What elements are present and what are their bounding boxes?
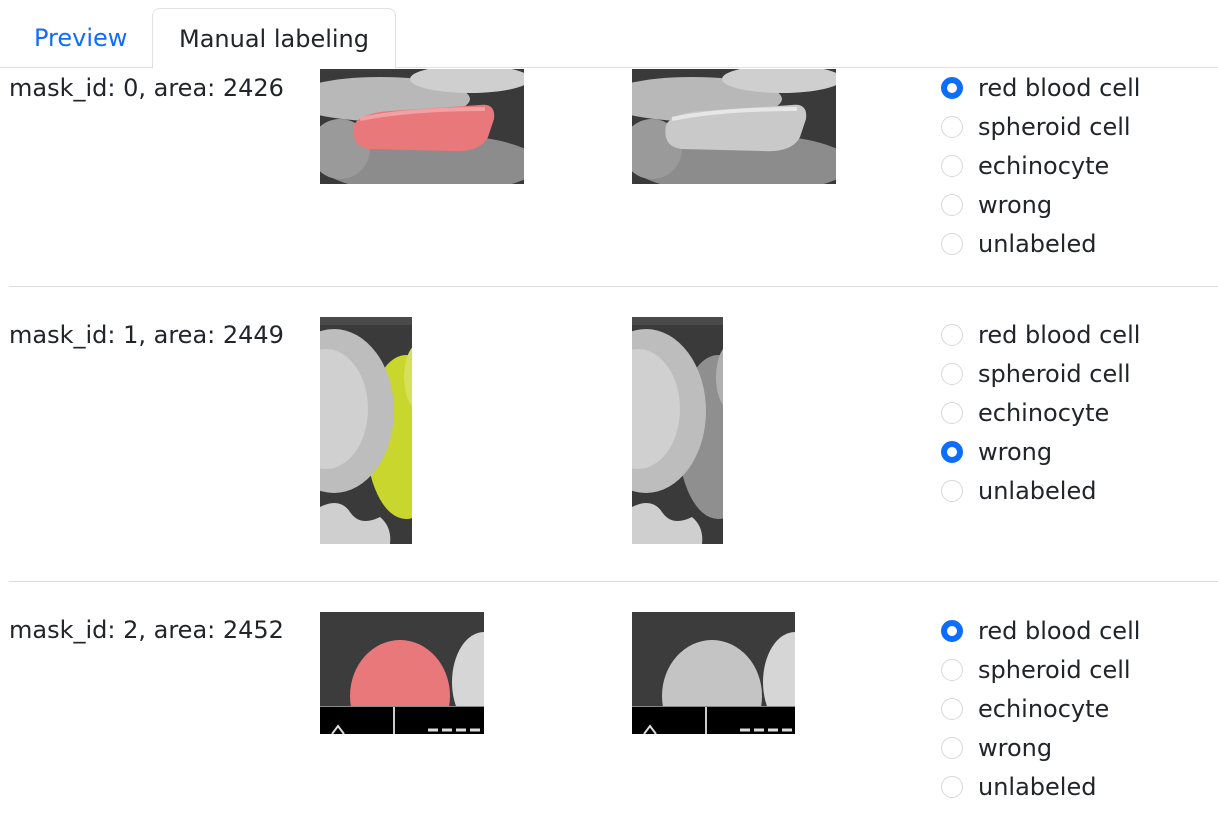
radio-option-echinocyte[interactable]: echinocyte — [941, 689, 1140, 728]
radio-button[interactable] — [941, 440, 963, 463]
radio-button[interactable] — [941, 193, 963, 216]
original-crop-image — [632, 69, 836, 184]
radio-button[interactable] — [941, 775, 963, 798]
radio-option-wrong[interactable]: wrong — [941, 185, 1140, 224]
original-crop-image — [632, 612, 795, 734]
radio-option-label: red blood cell — [978, 73, 1141, 102]
radio-button[interactable] — [941, 619, 963, 642]
radio-button[interactable] — [941, 697, 963, 720]
tab-preview[interactable]: Preview — [8, 8, 153, 69]
radio-option-label: spheroid cell — [978, 359, 1131, 388]
radio-option-label: echinocyte — [978, 151, 1110, 180]
radio-button[interactable] — [941, 323, 963, 346]
radio-option-label: wrong — [978, 437, 1053, 466]
radio-option-spheroid-cell[interactable]: spheroid cell — [941, 650, 1140, 689]
masked-crop-image — [320, 612, 484, 734]
radio-option-unlabeled[interactable]: unlabeled — [941, 224, 1140, 263]
original-crop-image — [632, 317, 723, 544]
radio-button[interactable] — [941, 658, 963, 681]
radio-button[interactable] — [941, 232, 963, 255]
mask-info-label: mask_id: 2, area: 2452 — [9, 616, 284, 644]
radio-button[interactable] — [941, 154, 963, 177]
radio-option-label: spheroid cell — [978, 112, 1131, 141]
radio-option-echinocyte[interactable]: echinocyte — [941, 146, 1140, 185]
radio-option-label: echinocyte — [978, 398, 1110, 427]
radio-option-red-blood-cell[interactable]: red blood cell — [941, 315, 1140, 354]
masked-crop-image — [320, 69, 524, 184]
radio-option-wrong[interactable]: wrong — [941, 432, 1140, 471]
row-divider — [9, 286, 1218, 287]
radio-option-red-blood-cell[interactable]: red blood cell — [941, 611, 1140, 650]
radio-option-label: wrong — [978, 733, 1053, 762]
radio-option-wrong[interactable]: wrong — [941, 728, 1140, 767]
radio-option-unlabeled[interactable]: unlabeled — [941, 767, 1140, 806]
radio-option-label: unlabeled — [978, 772, 1097, 801]
radio-option-label: spheroid cell — [978, 655, 1131, 684]
label-radio-group: red blood cell spheroid cell echinocyte … — [941, 68, 1140, 263]
mask-row-1: mask_id: 1, area: 2449 red blood cell sp… — [0, 317, 1218, 581]
radio-option-label: wrong — [978, 190, 1053, 219]
tab-bar: Preview Manual labeling — [0, 0, 1218, 69]
radio-option-label: unlabeled — [978, 229, 1097, 258]
radio-button[interactable] — [941, 362, 963, 385]
masked-crop-image — [320, 317, 412, 544]
radio-button[interactable] — [941, 115, 963, 138]
mask-info-label: mask_id: 1, area: 2449 — [9, 321, 284, 349]
mask-row-2: mask_id: 2, area: 2452 red blood cell sp… — [0, 612, 1218, 820]
radio-option-red-blood-cell[interactable]: red blood cell — [941, 68, 1140, 107]
row-divider — [9, 581, 1218, 582]
mask-info-label: mask_id: 0, area: 2426 — [9, 74, 284, 102]
radio-option-spheroid-cell[interactable]: spheroid cell — [941, 354, 1140, 393]
radio-option-unlabeled[interactable]: unlabeled — [941, 471, 1140, 510]
tab-manual-labeling[interactable]: Manual labeling — [152, 8, 396, 69]
radio-option-label: unlabeled — [978, 476, 1097, 505]
radio-option-label: echinocyte — [978, 694, 1110, 723]
radio-option-label: red blood cell — [978, 320, 1141, 349]
radio-option-echinocyte[interactable]: echinocyte — [941, 393, 1140, 432]
label-radio-group: red blood cell spheroid cell echinocyte … — [941, 611, 1140, 806]
radio-button[interactable] — [941, 736, 963, 759]
mask-row-0: mask_id: 0, area: 2426 red blood cell sp… — [0, 69, 1218, 286]
radio-option-label: red blood cell — [978, 616, 1141, 645]
radio-button[interactable] — [941, 401, 963, 424]
radio-button[interactable] — [941, 76, 963, 99]
radio-option-spheroid-cell[interactable]: spheroid cell — [941, 107, 1140, 146]
radio-button[interactable] — [941, 479, 963, 502]
label-radio-group: red blood cell spheroid cell echinocyte … — [941, 315, 1140, 510]
